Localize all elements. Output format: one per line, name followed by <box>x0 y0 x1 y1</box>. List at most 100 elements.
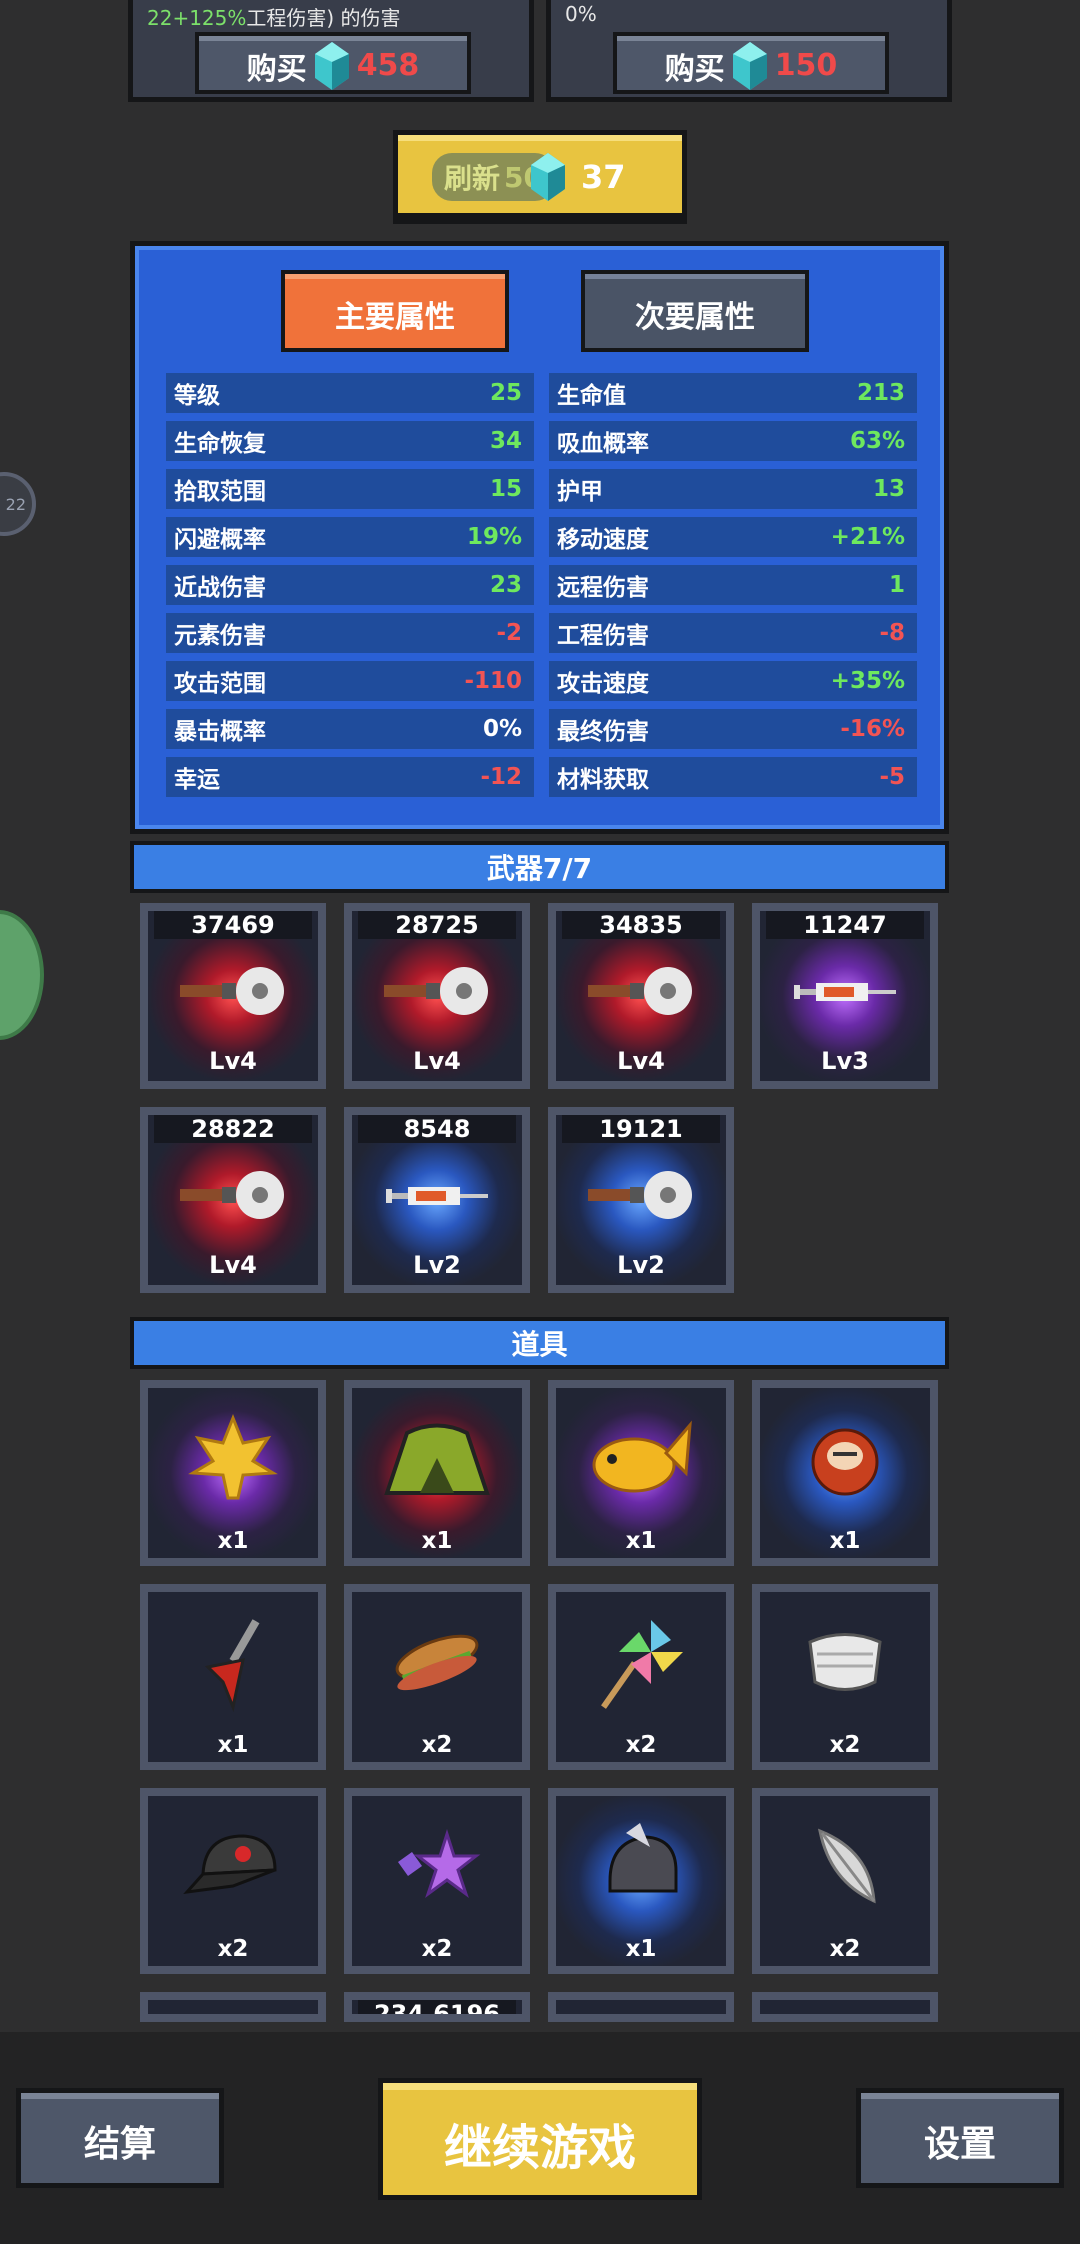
chainsaw-icon <box>352 941 522 1041</box>
weapon-level: Lv4 <box>617 1047 665 1075</box>
refresh-button[interactable]: 刷新 50 37 <box>393 130 687 224</box>
weapon-slot[interactable]: 19121 Lv2 <box>548 1107 734 1293</box>
cap-icon <box>148 1806 318 1926</box>
stat-row: 闪避概率 19% <box>166 517 534 557</box>
item-count: x1 <box>217 1528 249 1554</box>
daruma-icon <box>760 1398 930 1518</box>
chat-bubble-icon[interactable] <box>0 910 44 1040</box>
weapon-damage: 8548 <box>358 1115 516 1143</box>
weapon-damage: 37469 <box>154 911 312 939</box>
tent-icon <box>352 1398 522 1518</box>
item-slot[interactable]: x2 <box>140 1788 326 1974</box>
stats-panel: 主要属性 次要属性 等级 25 生命恢复 34 拾取范围 15 闪避概率 19% 近战伤… <box>130 241 949 834</box>
tab-secondary-attributes[interactable]: 次要属性 <box>581 270 809 352</box>
golden-fish-icon <box>556 1398 726 1518</box>
item-count: x2 <box>829 1936 861 1962</box>
chainsaw-icon <box>556 941 726 1041</box>
buy-button[interactable]: 购买 458 <box>195 32 471 94</box>
maple-leaf-icon <box>148 1398 318 1518</box>
weapon-damage: 34835 <box>562 911 720 939</box>
item-slot[interactable]: x2 <box>344 1584 530 1770</box>
weapon-slot[interactable]: 28822 Lv4 <box>140 1107 326 1293</box>
chainsaw-icon <box>556 1145 726 1245</box>
item-count: x2 <box>421 1732 453 1758</box>
item-slot[interactable]: x1 <box>548 1788 734 1974</box>
settings-button[interactable]: 设置 <box>856 2088 1064 2188</box>
face-mask-icon <box>760 1602 930 1722</box>
buy-button[interactable]: 购买 150 <box>613 32 889 94</box>
weapon-level: Lv4 <box>209 1251 257 1279</box>
weapon-damage: 28725 <box>358 911 516 939</box>
item-slot[interactable]: x1 <box>548 1380 734 1566</box>
continue-game-button[interactable]: 继续游戏 <box>378 2078 702 2200</box>
syringe-icon <box>352 1145 522 1245</box>
item-slot[interactable]: 234.6196 <box>344 1992 530 2022</box>
item-slot[interactable]: x2 <box>548 1584 734 1770</box>
stat-row: 元素伤害 -2 <box>166 613 534 653</box>
settle-button[interactable]: 结算 <box>16 2088 224 2188</box>
feather-icon <box>760 1806 930 1926</box>
stat-row: 幸运 -12 <box>166 757 534 797</box>
stat-row: 攻击速度 +35% <box>549 661 917 701</box>
stat-row: 远程伤害 1 <box>549 565 917 605</box>
weapon-damage: 28822 <box>154 1115 312 1143</box>
stat-row: 近战伤害 23 <box>166 565 534 605</box>
item-slot[interactable]: x1 <box>140 1584 326 1770</box>
side-badge-text: 22 <box>5 494 26 514</box>
syringe-icon <box>760 941 930 1041</box>
stat-row: 等级 25 <box>166 373 534 413</box>
buy-button-label: 购买 <box>246 51 307 87</box>
chainsaw-icon <box>148 941 318 1041</box>
crystal-gem-icon <box>314 41 349 90</box>
stat-row: 暴击概率 0% <box>166 709 534 749</box>
shop-card-description: 22+125%工程伤害) 的伤害 <box>147 6 401 30</box>
refresh-cost: 37 <box>580 158 626 196</box>
side-float-badge[interactable]: 22 <box>0 472 36 536</box>
crystal-gem-icon <box>732 41 767 90</box>
stat-row: 护甲 13 <box>549 469 917 509</box>
item-slot[interactable]: x1 <box>344 1380 530 1566</box>
bottom-bar: 结算 继续游戏 设置 <box>0 2032 1080 2244</box>
tab-primary-attributes[interactable]: 主要属性 <box>281 270 509 352</box>
item-slot[interactable]: x2 <box>344 1788 530 1974</box>
item-count: x1 <box>625 1936 657 1962</box>
stat-row: 移动速度 +21% <box>549 517 917 557</box>
pinwheel-icon <box>556 1602 726 1722</box>
weapon-slot[interactable]: 11247 Lv3 <box>752 903 938 1089</box>
stat-row: 最终伤害 -16% <box>549 709 917 749</box>
chainsaw-icon <box>148 1145 318 1245</box>
item-slot[interactable]: x2 <box>752 1584 938 1770</box>
weapons-header: 武器7/7 <box>130 841 949 893</box>
stat-row: 吸血概率 63% <box>549 421 917 461</box>
stats-right-column: 生命值 213 吸血概率 63% 护甲 13 移动速度 +21% 远程伤害 1 工程伤害 -… <box>549 373 917 805</box>
helmet-icon <box>556 1806 726 1926</box>
stat-row: 生命恢复 34 <box>166 421 534 461</box>
sandwich-icon <box>352 1602 522 1722</box>
shop-card-description: 0% <box>565 2 597 26</box>
weapon-level: Lv2 <box>617 1251 665 1279</box>
crystal-gem-icon <box>530 153 565 201</box>
weapon-level: Lv3 <box>821 1047 869 1075</box>
weapon-slot[interactable]: 8548 Lv2 <box>344 1107 530 1293</box>
item-slot[interactable]: x1 <box>752 1380 938 1566</box>
weapon-slot[interactable]: 34835 Lv4 <box>548 903 734 1089</box>
item-count: x1 <box>829 1528 861 1554</box>
item-count: x1 <box>421 1528 453 1554</box>
weapon-damage: 11247 <box>766 911 924 939</box>
item-slot[interactable]: x2 <box>752 1788 938 1974</box>
weapon-slot[interactable]: 37469 Lv4 <box>140 903 326 1089</box>
item-slot[interactable] <box>752 1992 938 2022</box>
item-count: x2 <box>625 1732 657 1758</box>
item-slot[interactable] <box>140 1992 326 2022</box>
stat-row: 材料获取 -5 <box>549 757 917 797</box>
item-slot[interactable] <box>548 1992 734 2022</box>
stat-row: 拾取范围 15 <box>166 469 534 509</box>
item-count: x2 <box>217 1936 249 1962</box>
price-value: 150 <box>774 48 838 83</box>
item-stat-value: 234.6196 <box>358 2000 516 2014</box>
weapon-level: Lv4 <box>209 1047 257 1075</box>
weapon-level: Lv2 <box>413 1251 461 1279</box>
guitar-icon <box>148 1602 318 1722</box>
item-slot[interactable]: x1 <box>140 1380 326 1566</box>
weapon-slot[interactable]: 28725 Lv4 <box>344 903 530 1089</box>
